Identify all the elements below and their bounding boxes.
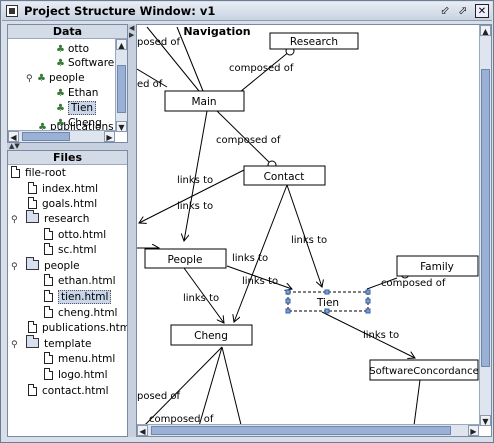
file-tree-item[interactable]: logo.html: [44, 368, 108, 383]
vertical-split-divider[interactable]: ◀ ▶: [128, 24, 136, 437]
edge-label: ed of: [137, 79, 163, 90]
scroll-thumb[interactable]: [117, 65, 126, 113]
navigation-graph[interactable]: Research Main Contact People Family Tien: [137, 25, 492, 437]
edge-label: links to: [363, 330, 399, 341]
window-title: Project Structure Window: v1: [24, 4, 216, 18]
file-tree-item[interactable]: index.html: [28, 182, 98, 197]
file-icon: [28, 182, 37, 194]
node-family-label: Family: [420, 261, 454, 273]
node-main-label: Main: [191, 96, 216, 108]
title-bar[interactable]: Project Structure Window: v1 ⬃ ⬀ ✕: [2, 2, 492, 21]
edge-label: composed of: [229, 63, 294, 74]
scroll-thumb[interactable]: [151, 426, 451, 435]
maximize-icon[interactable]: ⬀: [456, 4, 470, 18]
file-icon: [44, 228, 53, 240]
file-icon: [11, 166, 20, 178]
file-icon: [28, 384, 37, 396]
expand-toggle-icon[interactable]: ⚲: [11, 213, 20, 228]
data-horizontal-scrollbar[interactable]: ◀ ▶: [8, 130, 115, 142]
data-tree-item[interactable]: ⚲ ♣ people: [26, 71, 85, 86]
node-people-label: People: [168, 254, 203, 266]
file-tree-item-selected[interactable]: tien.html: [44, 290, 112, 305]
navigation-horizontal-scrollbar[interactable]: ◀ ▶: [137, 424, 479, 436]
edge-label: composed of: [381, 278, 446, 289]
file-tree-item[interactable]: publications.html: [28, 321, 127, 336]
file-icon: [28, 197, 37, 209]
file-tree-item[interactable]: ⚲ research: [11, 210, 89, 228]
scroll-thumb[interactable]: [22, 132, 70, 141]
scroll-thumb[interactable]: [481, 69, 490, 367]
navigation-panel: Navigation Research Main Contact People …: [136, 24, 492, 437]
file-tree-item[interactable]: cheng.html: [44, 306, 117, 321]
file-tree-item[interactable]: otto.html: [44, 228, 106, 243]
node-software-concordance-label: SoftwareConcordance: [369, 366, 479, 377]
file-tree-item[interactable]: contact.html: [28, 384, 109, 399]
scroll-left-icon[interactable]: ◀: [8, 131, 19, 142]
scroll-down-icon[interactable]: ▼: [480, 415, 491, 426]
file-tree-item[interactable]: sc.html: [44, 243, 97, 258]
data-tree-item-selected[interactable]: ♣ Tien: [56, 101, 97, 116]
edge-label: links to: [291, 235, 327, 246]
close-icon[interactable]: ✕: [475, 4, 489, 18]
file-icon: [44, 368, 53, 380]
file-icon: [44, 290, 53, 302]
file-icon: [44, 274, 53, 286]
edge-label: links to: [183, 293, 219, 304]
file-tree-item[interactable]: goals.html: [28, 197, 97, 212]
expand-toggle-icon[interactable]: ⚲: [11, 260, 20, 275]
navigation-vertical-scrollbar[interactable]: ▲ ▼: [479, 25, 491, 426]
folder-icon: [26, 335, 39, 348]
person-icon: ♣: [56, 58, 65, 69]
scroll-down-icon[interactable]: ▼: [116, 121, 127, 132]
folder-icon: [26, 257, 39, 270]
file-icon: [44, 306, 53, 318]
data-panel: Data ♣ otto ♣ Software C ⚲ ♣ people ♣ Ethan ♣…: [7, 24, 128, 143]
edge-label: posed of: [137, 37, 180, 48]
split-collapse-icon[interactable]: ◀ ▶: [129, 25, 134, 39]
person-icon: ♣: [56, 44, 65, 55]
node-contact-label: Contact: [264, 171, 305, 183]
window-app-icon: [6, 5, 18, 17]
node-research-label: Research: [290, 36, 338, 48]
scroll-left-icon[interactable]: ◀: [137, 425, 148, 436]
scroll-right-icon[interactable]: ▶: [104, 131, 115, 142]
data-tree-item[interactable]: ♣ Ethan: [56, 86, 98, 101]
edge-label: links to: [177, 201, 213, 212]
files-panel-header: Files: [8, 151, 127, 165]
expand-toggle-icon[interactable]: ⚲: [11, 338, 20, 353]
split-collapse-icon[interactable]: ▲▼: [9, 142, 20, 150]
file-tree-item[interactable]: menu.html: [44, 352, 115, 367]
scroll-right-icon[interactable]: ▶: [468, 425, 479, 436]
edge-label: composed of: [216, 135, 281, 146]
file-icon: [28, 321, 37, 333]
project-structure-window: Project Structure Window: v1 ⬃ ⬀ ✕ Data …: [0, 0, 494, 443]
file-icon: [44, 352, 53, 364]
edge-label: links to: [177, 175, 213, 186]
data-panel-header: Data: [8, 25, 127, 39]
node-cheng-label: Cheng: [194, 330, 228, 342]
file-tree-item[interactable]: file-root: [11, 166, 66, 181]
edge-label: posed of: [137, 391, 180, 402]
expand-toggle-icon[interactable]: ⚲: [26, 72, 35, 87]
data-vertical-scrollbar[interactable]: ▲ ▼: [115, 39, 127, 132]
person-icon: ♣: [37, 73, 46, 84]
folder-icon: [26, 210, 39, 223]
person-icon: ♣: [56, 88, 65, 99]
scroll-up-icon[interactable]: ▲: [480, 25, 491, 36]
file-tree-item[interactable]: ⚲ people: [11, 257, 80, 275]
split-divider[interactable]: ▲▼: [7, 142, 128, 150]
file-tree-item[interactable]: ⚲ template: [11, 335, 91, 353]
scroll-up-icon[interactable]: ▲: [116, 39, 127, 50]
edge-label: links to: [242, 276, 278, 287]
files-panel: Files file-root index.html goals.html ⚲ r…: [7, 150, 128, 437]
edge-label: links to: [232, 253, 268, 264]
data-tree-item[interactable]: ♣ otto: [56, 42, 89, 57]
file-tree-item[interactable]: ethan.html: [44, 274, 116, 289]
person-icon: ♣: [56, 103, 65, 114]
minimize-icon[interactable]: ⬃: [438, 4, 452, 18]
composition-markers: [267, 46, 410, 279]
node-tien-label: Tien: [316, 297, 339, 309]
file-icon: [44, 243, 53, 255]
